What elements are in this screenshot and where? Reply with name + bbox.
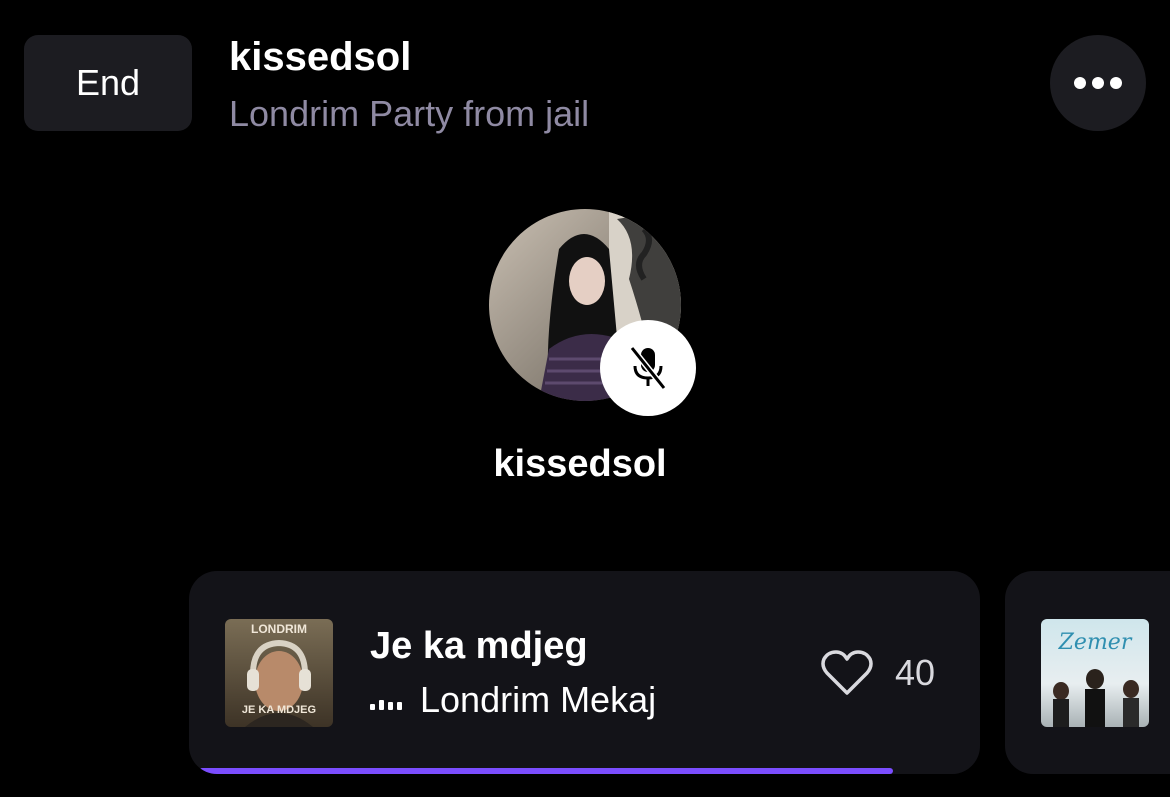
muted-indicator <box>600 320 696 416</box>
track-artist-row: Londrim Mekaj <box>370 677 656 723</box>
playback-progress-bar <box>199 768 970 774</box>
album-art-bottom-text: JE KA MDJEG <box>242 704 316 716</box>
more-horizontal-icon <box>1074 77 1122 89</box>
playback-progress-fill <box>199 768 893 774</box>
heart-icon <box>821 650 873 695</box>
album-art-top-text: LONDRIM <box>251 622 307 636</box>
like-count: 40 <box>895 652 936 693</box>
next-album-art: Zemer <box>1041 619 1149 727</box>
host-name: kissedsol <box>493 443 667 485</box>
end-button[interactable]: End <box>24 35 192 131</box>
like-button[interactable] <box>819 645 875 701</box>
now-playing-card[interactable]: LONDRIM JE KA MDJEG Je ka mdjeg Londrim … <box>189 571 980 774</box>
room-host-name: kissedsol <box>229 35 412 79</box>
more-options-button[interactable] <box>1050 35 1146 131</box>
next-album-art-text: Zemer <box>1058 630 1133 655</box>
playing-equalizer-icon <box>370 696 402 710</box>
next-track-card[interactable]: Zemer <box>1005 571 1170 774</box>
room-title: Londrim Party from jail <box>229 93 590 134</box>
track-title: Je ka mdjeg <box>370 625 588 667</box>
track-artist: Londrim Mekaj <box>420 679 657 720</box>
album-art: LONDRIM JE KA MDJEG <box>225 619 333 727</box>
mic-off-icon <box>629 346 667 390</box>
